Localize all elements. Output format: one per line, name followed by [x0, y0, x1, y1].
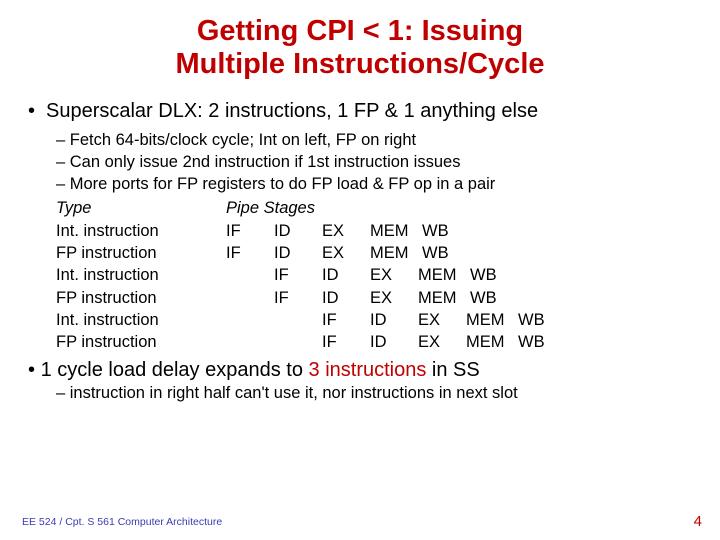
hdr-type: Type: [56, 197, 206, 219]
stage-id: ID: [274, 242, 322, 264]
stage-mem: MEM: [466, 309, 518, 331]
stage-wb: WB: [422, 220, 470, 242]
stage-ex: EX: [370, 264, 418, 286]
stage-if: IF: [226, 220, 274, 242]
pipe-table-header: Type Pipe Stages: [56, 197, 692, 219]
bullet-dot-icon: •: [28, 100, 46, 123]
stage-if: IF: [322, 331, 370, 353]
title-line-1: Getting CPI < 1: Issuing: [197, 15, 523, 47]
b2-post: in SS: [426, 359, 479, 381]
stage-wb: WB: [470, 264, 518, 286]
stage-wb: WB: [422, 242, 470, 264]
stage-id: ID: [322, 264, 370, 286]
b2-highlight: 3 instructions: [309, 359, 427, 381]
table-row: FP instruction IFIDEXMEMWB: [56, 287, 692, 309]
sub-issue: – Can only issue 2nd instruction if 1st …: [56, 151, 692, 173]
table-row: Int. instruction IFIDEXMEMWB: [56, 264, 692, 286]
stage-id: ID: [322, 287, 370, 309]
row-type: FP instruction: [56, 242, 206, 264]
stage-ex: EX: [418, 331, 466, 353]
stage-mem: MEM: [418, 264, 470, 286]
slide: Getting CPI < 1: Issuing Multiple Instru…: [0, 0, 720, 540]
table-row: FP instruction IFIDEXMEMWB: [56, 242, 692, 264]
stage-if: IF: [274, 264, 322, 286]
row-type: FP instruction: [56, 287, 206, 309]
stage-if: IF: [274, 287, 322, 309]
sub-ports: – More ports for FP registers to do FP l…: [56, 173, 692, 195]
stage-ex: EX: [370, 287, 418, 309]
row-type: FP instruction: [56, 331, 206, 353]
footer-course: EE 524 / Cpt. S 561 Computer Architectur…: [22, 516, 222, 528]
stage-wb: WB: [518, 309, 566, 331]
stage-wb: WB: [518, 331, 566, 353]
stage-id: ID: [370, 331, 418, 353]
stage-ex: EX: [322, 242, 370, 264]
pipe-table: TypePipe Stages Int. instructionIFIDEXME…: [56, 197, 692, 353]
stage-id: ID: [370, 309, 418, 331]
footer-page-number: 4: [694, 513, 702, 530]
bullet-text: Superscalar DLX: 2 instructions, 1 FP & …: [46, 100, 538, 122]
sub-right-half: – instruction in right half can't use it…: [56, 384, 692, 403]
bullet-load-delay: • 1 cycle load delay expands to 3 instru…: [28, 359, 692, 382]
stage-mem: MEM: [418, 287, 470, 309]
stage-ex: EX: [418, 309, 466, 331]
slide-title: Getting CPI < 1: Issuing Multiple Instru…: [28, 15, 692, 82]
hdr-pipe: Pipe Stages: [226, 199, 315, 217]
table-row: Int. instruction IFIDEXMEMWB: [56, 220, 692, 242]
b2-pre: 1 cycle load delay expands to: [35, 359, 309, 381]
row-type: Int. instruction: [56, 309, 206, 331]
stage-mem: MEM: [370, 220, 422, 242]
stage-ex: EX: [322, 220, 370, 242]
stage-if: IF: [322, 309, 370, 331]
stage-mem: MEM: [370, 242, 422, 264]
stage-id: ID: [274, 220, 322, 242]
stage-if: IF: [226, 242, 274, 264]
stage-mem: MEM: [466, 331, 518, 353]
stage-wb: WB: [470, 287, 518, 309]
sub-block: – Fetch 64-bits/clock cycle; Int on left…: [56, 129, 692, 354]
bullet-superscalar: •Superscalar DLX: 2 instructions, 1 FP &…: [28, 100, 692, 123]
table-row: Int. instruction IFIDEXMEMWB: [56, 309, 692, 331]
bullet-dot-icon: •: [28, 359, 35, 381]
table-row: FP instruction IFIDEXMEMWB: [56, 331, 692, 353]
sub-fetch: – Fetch 64-bits/clock cycle; Int on left…: [56, 129, 692, 151]
title-line-2: Multiple Instructions/Cycle: [176, 48, 545, 80]
row-type: Int. instruction: [56, 264, 206, 286]
row-type: Int. instruction: [56, 220, 206, 242]
